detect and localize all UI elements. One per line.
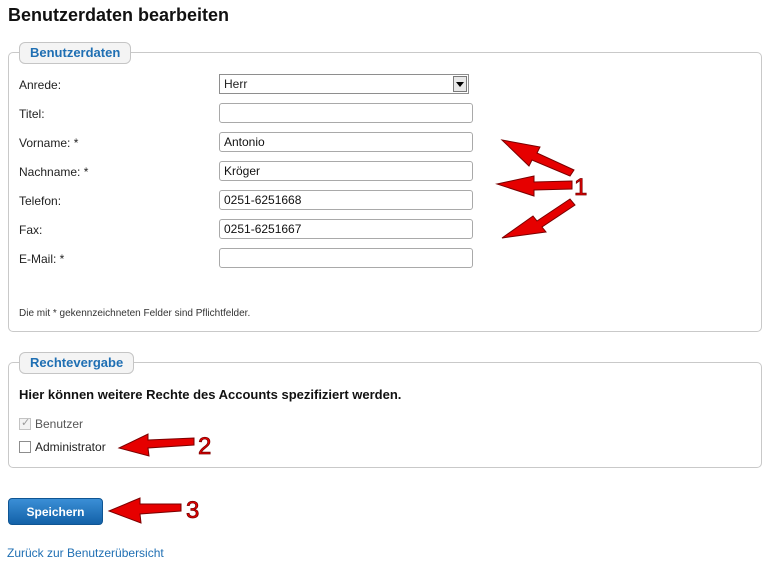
fax-input[interactable]: 0251-6251667 (219, 219, 473, 239)
permissions-heading: Hier können weitere Rechte des Accounts … (19, 387, 402, 402)
user-data-legend: Benutzerdaten (19, 42, 132, 64)
phone-label: Telefon: (19, 194, 62, 208)
email-label: E-Mail: * (19, 252, 65, 266)
permissions-legend: Rechtevergabe (19, 352, 135, 374)
user-checkbox[interactable]: ✓ (19, 417, 31, 430)
user-checkbox-label: Benutzer (35, 417, 84, 431)
annotation-arrow-save (107, 497, 182, 524)
title-label: Titel: (19, 107, 45, 121)
email-input[interactable] (219, 248, 473, 268)
checkmark-icon: ✓ (21, 417, 31, 429)
fax-label: Fax: (19, 223, 43, 237)
administrator-checkbox-label[interactable]: Administrator (35, 440, 106, 454)
page-title: Benutzerdaten bearbeiten (8, 5, 230, 25)
last-name-label: Nachname: * (19, 165, 89, 179)
title-input[interactable] (219, 103, 473, 123)
marker-3: 3 (186, 497, 199, 524)
first-name-input[interactable]: Antonio (219, 132, 473, 152)
dropdown-arrow-icon[interactable] (453, 76, 467, 92)
save-button[interactable]: Speichern (8, 498, 103, 525)
required-fields-note: Die mit * gekennzeichneten Felder sind P… (19, 308, 251, 319)
first-name-label: Vorname: * (19, 136, 79, 150)
user-data-fieldset: Benutzerdaten Anrede: Herr Titel: Vornam… (8, 42, 762, 332)
permissions-fieldset: Rechtevergabe Hier können weitere Rechte… (8, 352, 762, 468)
salutation-select[interactable]: Herr (219, 74, 469, 94)
salutation-label: Anrede: (19, 78, 62, 92)
salutation-value: Herr (224, 77, 248, 91)
permission-user-row: ✓ Benutzer (19, 417, 83, 431)
administrator-checkbox[interactable] (19, 441, 31, 453)
last-name-input[interactable]: Kröger (219, 161, 473, 181)
permission-admin-row: Administrator (19, 440, 106, 454)
phone-input[interactable]: 0251-6251668 (219, 190, 473, 210)
back-to-user-overview-link[interactable]: Zurück zur Benutzerübersicht (7, 546, 164, 560)
